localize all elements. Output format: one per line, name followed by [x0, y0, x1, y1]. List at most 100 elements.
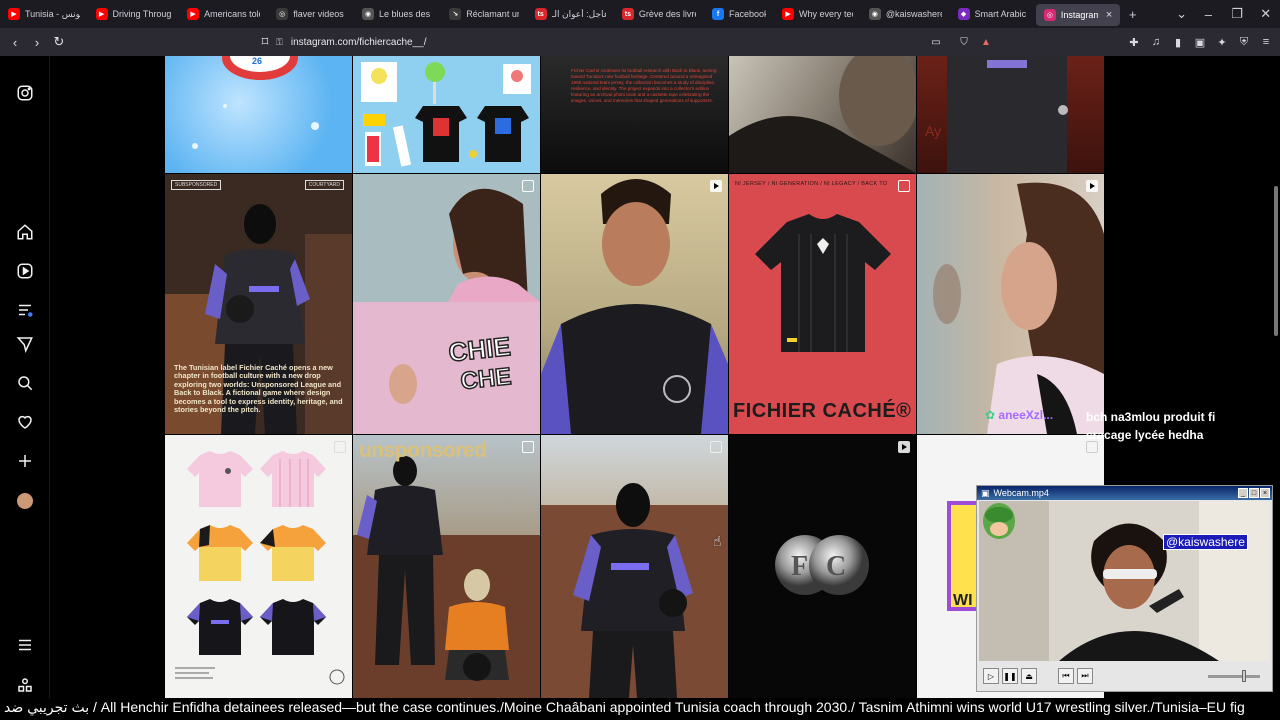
volume-thumb[interactable]	[1242, 669, 1246, 682]
new-tab-icon[interactable]: +	[1120, 0, 1145, 28]
browser-tab[interactable]: ◎ flaver videos -	[268, 0, 354, 28]
post-woman-collage[interactable]: CHIE CHE	[353, 174, 540, 434]
browser-tab[interactable]: f Facebook	[704, 0, 774, 28]
post-blue-sky[interactable]: 26	[165, 56, 352, 173]
tab-favicon-icon: ◆	[957, 8, 970, 20]
overlay-line-2: cracage lycée hedha	[1086, 428, 1204, 442]
browser-tab[interactable]: ▶ Tunisia - تونس	[0, 0, 88, 28]
page-scrollbar[interactable]	[1272, 56, 1280, 698]
previous-icon[interactable]: ⏮	[1058, 668, 1074, 684]
warning-icon[interactable]: ▲	[975, 31, 997, 53]
post-red-wall-jersey[interactable]: Ay	[917, 56, 1104, 173]
close-tab-icon[interactable]: ×	[1106, 9, 1112, 21]
browser-tab[interactable]: ▶ Why every tec	[774, 0, 861, 28]
close-button[interactable]: ×	[1260, 488, 1270, 498]
tab-favicon-icon: ▶	[8, 8, 20, 20]
reload-icon[interactable]: ↻	[48, 31, 70, 53]
webcam-handle: @kaiswashere	[1163, 534, 1248, 550]
post-product-flatlay[interactable]	[353, 56, 540, 173]
extensions-icon[interactable]: ✚	[1124, 31, 1144, 53]
forward-icon[interactable]: ›	[26, 31, 48, 53]
webcam-person-graphic-icon	[979, 501, 1270, 661]
tab-title: Smart Arabic I	[974, 9, 1028, 19]
profile-avatar[interactable]	[12, 488, 38, 514]
post-caption-red: Fichier Caché continues its football res…	[571, 68, 717, 103]
webcam-titlebar[interactable]: ▣ Webcam.mp4 _ □ ×	[977, 486, 1272, 500]
svg-text:WI: WI	[953, 592, 973, 609]
more-menu-icon[interactable]	[12, 632, 38, 658]
feed-filter-icon[interactable]	[12, 297, 38, 323]
svg-text:26: 26	[252, 56, 262, 66]
browser-tab[interactable]: ◆ Smart Arabic I	[950, 0, 1036, 28]
browser-tab[interactable]: ◉ @kaiswashere	[861, 0, 950, 28]
volume-slider[interactable]	[1208, 669, 1260, 682]
carousel-icon	[334, 441, 346, 453]
notifications-heart-icon[interactable]	[12, 409, 38, 435]
tab-list-icon[interactable]: ⌄	[1169, 0, 1194, 28]
post-woman-profile[interactable]: ✿ aneeXzl...	[917, 174, 1104, 434]
shield-icon[interactable]: ⛉	[953, 31, 975, 53]
music-icon[interactable]: ♫	[1146, 31, 1166, 53]
tab-title: Why every tec	[799, 9, 853, 19]
back-icon[interactable]: ‹	[4, 31, 26, 53]
reels-icon[interactable]	[12, 258, 38, 284]
post-masked-player[interactable]: SUBSPONSORED COURTYARD The Tunisian labe…	[165, 174, 352, 434]
play-icon[interactable]: ▷	[983, 668, 999, 684]
coin-graphic-icon: F C	[775, 535, 869, 595]
eject-icon[interactable]: ⏏	[1021, 668, 1037, 684]
browser-tab[interactable]: ts Grève des livre	[614, 0, 704, 28]
nav-bar: ‹ › ↻ ⌑ ⚿ instagram.com/fichiercache__/ …	[0, 28, 1280, 56]
post-unsponsored[interactable]: unsponsored	[353, 435, 540, 698]
address-text: instagram.com/fichiercache__/	[290, 36, 427, 48]
create-plus-icon[interactable]	[12, 448, 38, 474]
ai-icon[interactable]: ✦	[1212, 31, 1232, 53]
home-icon[interactable]	[12, 219, 38, 245]
menu-icon[interactable]: ≡	[1256, 31, 1276, 53]
post-jersey-lineup[interactable]	[165, 435, 352, 698]
woman-profile-graphic-icon	[933, 182, 1104, 434]
post-portrait-closeup[interactable]	[729, 56, 916, 173]
webcam-player-window[interactable]: ▣ Webcam.mp4 _ □ × @kaiswashere ▷ ❚❚ ⏏ ⏮…	[976, 485, 1273, 692]
next-icon[interactable]: ⏭	[1077, 668, 1093, 684]
scrollbar-thumb[interactable]	[1274, 186, 1278, 336]
messages-icon[interactable]	[12, 331, 38, 357]
window-close-icon[interactable]: ✕	[1251, 0, 1280, 28]
post-coin[interactable]: F C	[729, 435, 916, 698]
carousel-icon	[522, 180, 534, 192]
carousel-icon	[710, 441, 722, 453]
browser-tab[interactable]: ↘ Réclamant un	[441, 0, 526, 28]
browser-tab[interactable]: ◉ Le blues des li	[354, 0, 441, 28]
post-man-looking-down[interactable]	[541, 174, 728, 434]
maximize-button[interactable]: □	[1249, 488, 1259, 498]
chat-handle-text: aneeXzl...	[998, 408, 1054, 422]
browser-tab[interactable]: ▶ Americans told	[179, 0, 268, 28]
instagram-logo-icon[interactable]	[12, 80, 38, 106]
svg-text:F: F	[791, 551, 808, 582]
post-jersey-red-background[interactable]: NI JERSEY / NI GENERATION / NI LEGACY / …	[729, 174, 916, 434]
tab-title: عاجل: أعوان الـ	[551, 8, 606, 19]
browser-tab[interactable]: ▶ Driving Through	[88, 0, 180, 28]
tab-title: flaver videos -	[293, 9, 347, 19]
pause-icon[interactable]: ❚❚	[1002, 668, 1018, 684]
post-masked-with-ball[interactable]	[541, 435, 728, 698]
two-masked-players-graphic-icon	[353, 456, 540, 698]
minimize-button[interactable]: _	[1238, 488, 1248, 498]
products-graphic-icon	[361, 62, 531, 167]
bookmark-icon[interactable]: ⌑	[254, 31, 276, 53]
post-back-to-black-text[interactable]: Fichier Caché continues its football res…	[541, 56, 728, 173]
browser-tab[interactable]: ts عاجل: أعوان الـ	[527, 0, 614, 28]
browser-tab[interactable]: ◎ Instagram ×	[1035, 3, 1121, 26]
also-from-meta-icon[interactable]	[12, 672, 38, 698]
reel-icon	[710, 180, 722, 192]
vpn-icon[interactable]: ⛨	[1234, 31, 1254, 53]
window-minimize-icon[interactable]: –	[1194, 0, 1223, 28]
portrait-graphic-icon	[729, 56, 916, 173]
reader-icon[interactable]: ▭	[925, 31, 947, 53]
window-restore-icon[interactable]: ❐	[1223, 0, 1252, 28]
sidebar-icon[interactable]: ▮	[1168, 31, 1188, 53]
search-icon[interactable]	[12, 370, 38, 396]
address-bar[interactable]: ⚿ instagram.com/fichiercache__/	[276, 32, 1006, 52]
site-info-icon[interactable]: ⚿	[276, 37, 283, 48]
wallet-icon[interactable]: ▣	[1190, 31, 1210, 53]
tag-subsponsored: SUBSPONSORED	[171, 180, 222, 190]
